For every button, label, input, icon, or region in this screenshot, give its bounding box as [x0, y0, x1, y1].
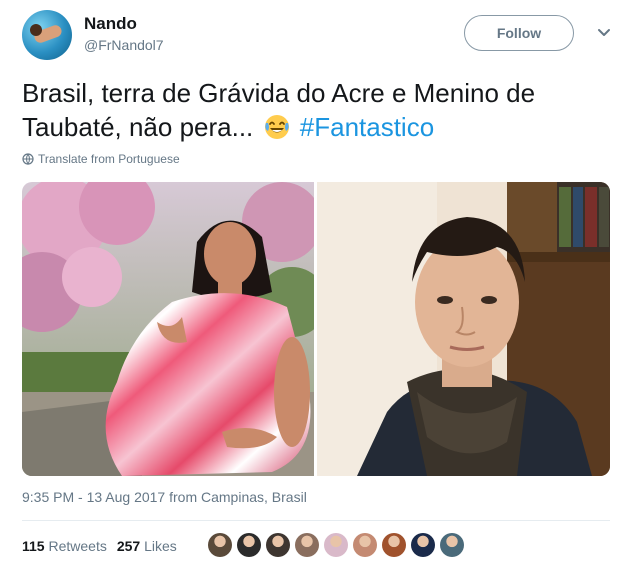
photo-pregnant-woman[interactable] [22, 182, 314, 476]
likes-label: Likes [144, 538, 177, 554]
photo-left-illustration [22, 182, 314, 476]
user-display-name[interactable]: Nando [84, 14, 137, 34]
photo-right-illustration [317, 182, 610, 476]
avatar-swimmer-head [30, 24, 42, 36]
tweet-stats: 115 Retweets 257 Likes [22, 538, 177, 554]
tweet-timestamp[interactable]: 9:35 PM - 13 Aug 2017 from Campinas, Bra… [22, 489, 307, 505]
tears-of-joy-emoji-icon [264, 115, 289, 139]
photo-young-man[interactable] [317, 182, 610, 476]
retweets-stat[interactable]: 115 Retweets [22, 538, 107, 554]
liker-avatar-6[interactable] [353, 533, 377, 557]
user-avatar[interactable] [22, 10, 72, 60]
likes-count: 257 [116, 538, 141, 554]
user-handle[interactable]: @FrNandol7 [84, 37, 164, 53]
liker-avatar-3[interactable] [266, 533, 290, 557]
likes-stat[interactable]: 257 Likes [117, 538, 177, 554]
tweet-media [22, 182, 610, 476]
follow-button[interactable]: Follow [464, 15, 574, 51]
tweet-header: Nando @FrNandol7 Follow [22, 10, 622, 62]
liker-avatar-1[interactable] [208, 533, 232, 557]
retweets-count: 115 [22, 538, 45, 554]
tweet-text: Brasil, terra de Grávida do Acre e Menin… [22, 76, 622, 144]
globe-icon [22, 153, 34, 165]
retweets-label: Retweets [48, 538, 107, 554]
liker-avatar-8[interactable] [411, 533, 435, 557]
liker-avatars [208, 533, 464, 557]
translate-label: Translate from Portuguese [38, 152, 180, 166]
chevron-down-icon[interactable] [592, 20, 616, 44]
liker-avatar-2[interactable] [237, 533, 261, 557]
liker-avatar-7[interactable] [382, 533, 406, 557]
hashtag-link[interactable]: #Fantastico [300, 112, 434, 142]
liker-avatar-9[interactable] [440, 533, 464, 557]
translate-link[interactable]: Translate from Portuguese [22, 152, 180, 166]
liker-avatar-4[interactable] [295, 533, 319, 557]
divider [22, 520, 610, 521]
liker-avatar-5[interactable] [324, 533, 348, 557]
